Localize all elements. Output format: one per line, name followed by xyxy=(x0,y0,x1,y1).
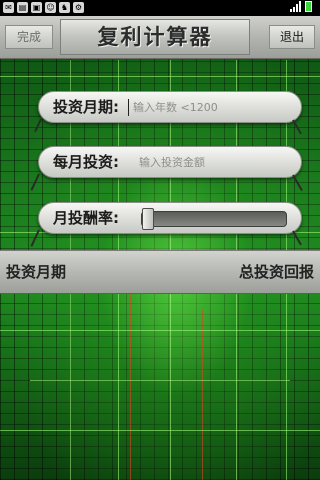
period-input[interactable] xyxy=(133,98,293,117)
monthly-field-capsule: 每月投资: xyxy=(38,146,302,178)
results-strip: 投资月期 总投资回报 xyxy=(0,250,320,294)
signal-icon xyxy=(290,1,301,12)
monthly-input[interactable] xyxy=(139,153,289,172)
notification-icon: ⚙ xyxy=(73,2,84,13)
result-total-label: 总投资回报 xyxy=(238,263,314,281)
done-button[interactable]: 完成 xyxy=(5,25,53,49)
battery-icon xyxy=(305,1,312,12)
rate-field-capsule: 月投酬率: xyxy=(38,202,302,234)
exit-button[interactable]: 退出 xyxy=(269,25,315,49)
monthly-label: 每月投资: xyxy=(53,153,119,171)
app-header: 完成 复利计算器 退出 xyxy=(0,16,320,59)
circuit-background xyxy=(0,0,320,480)
status-bar: ✉ ▤ ▣ ☺ ♞ ⚙ xyxy=(0,0,320,16)
page-title: 复利计算器 xyxy=(60,19,250,55)
notification-icon: ♞ xyxy=(59,2,70,13)
notification-icon: ✉ xyxy=(3,2,14,13)
period-label: 投资月期: xyxy=(53,98,119,116)
notification-icon: ☺ xyxy=(45,2,56,13)
notification-icon: ▣ xyxy=(31,2,42,13)
rate-label: 月投酬率: xyxy=(53,209,119,227)
result-period-label: 投资月期 xyxy=(6,263,67,281)
rate-slider[interactable] xyxy=(141,208,287,230)
text-cursor xyxy=(128,99,129,116)
period-field-capsule: 投资月期: xyxy=(38,91,302,123)
notification-icon: ▤ xyxy=(17,2,28,13)
rate-slider-thumb[interactable] xyxy=(142,208,154,230)
